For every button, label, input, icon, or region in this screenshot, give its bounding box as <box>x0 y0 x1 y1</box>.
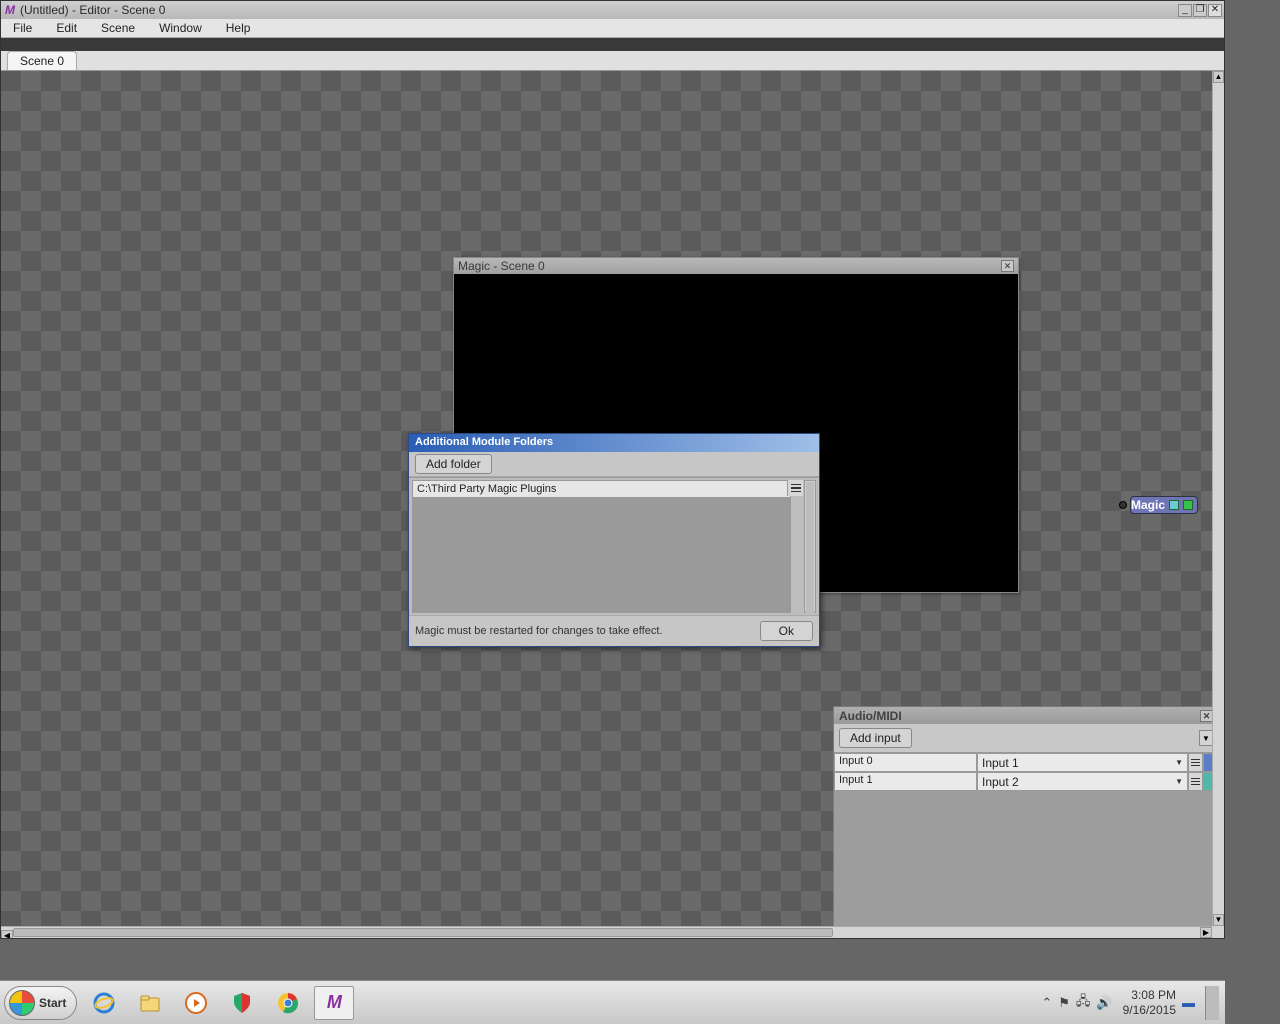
main-app-window: M (Untitled) - Editor - Scene 0 _ ❐ ✕ Fi… <box>0 0 1225 939</box>
menu-file[interactable]: File <box>1 19 44 37</box>
magic-node[interactable]: Magic <box>1130 496 1198 514</box>
canvas-vertical-scrollbar[interactable]: ▲ ▼ <box>1212 71 1224 926</box>
preview-close-button[interactable]: ✕ <box>1001 260 1014 272</box>
dialog-message: Magic must be restarted for changes to t… <box>415 625 662 637</box>
taskbar-ie-icon[interactable] <box>84 986 124 1020</box>
taskbar-shield-icon[interactable] <box>222 986 262 1020</box>
system-tray: ⌃ ⚑ 🖧 🔊 3:08 PM 9/16/2015 ▬ <box>1041 986 1225 1020</box>
canvas-area[interactable]: Magic - Scene 0 ✕ Magic Additional Modul… <box>1 71 1224 938</box>
folder-row[interactable]: C:\Third Party Magic Plugins <box>412 480 791 498</box>
folder-list: C:\Third Party Magic Plugins <box>409 477 819 615</box>
add-input-button[interactable]: Add input <box>839 728 912 748</box>
scroll-corner <box>1212 926 1224 938</box>
taskbar: Start M ⌃ ⚑ 🖧 🔊 3:08 PM 9/16/2015 ▬ <box>0 980 1225 1024</box>
tab-scene-0[interactable]: Scene 0 <box>7 51 77 70</box>
close-button[interactable]: ✕ <box>1208 4 1222 17</box>
app-logo-icon: M <box>3 3 17 17</box>
scroll-left-arrow-icon[interactable]: ◀ <box>1 930 13 938</box>
folder-path: C:\Third Party Magic Plugins <box>413 482 790 496</box>
scroll-up-arrow-icon[interactable]: ▲ <box>1213 71 1224 83</box>
taskbar-magic-icon[interactable]: M <box>314 986 354 1020</box>
dialog-scrollbar[interactable] <box>804 480 816 613</box>
preview-title-text: Magic - Scene 0 <box>458 259 545 273</box>
taskbar-chrome-icon[interactable] <box>268 986 308 1020</box>
tray-expand-icon[interactable]: ⌃ <box>1041 995 1052 1011</box>
minimize-button[interactable]: _ <box>1178 4 1192 17</box>
input-label[interactable]: Input 0 <box>834 753 977 772</box>
audio-midi-panel: Audio/MIDI ✕ Add input ▼ Input 0 Input 1… <box>833 706 1219 938</box>
start-button[interactable]: Start <box>4 986 77 1020</box>
desktop-background <box>1225 0 1280 1024</box>
add-folder-button[interactable]: Add folder <box>415 454 492 474</box>
node-label: Magic <box>1131 498 1165 512</box>
app-title: (Untitled) - Editor - Scene 0 <box>20 3 165 17</box>
canvas-horizontal-scrollbar[interactable]: ◀ ▶ <box>1 926 1212 938</box>
chevron-down-icon: ▼ <box>1175 758 1183 767</box>
menu-scene[interactable]: Scene <box>89 19 147 37</box>
input-label[interactable]: Input 1 <box>834 772 977 791</box>
window-controls: _ ❐ ✕ <box>1178 4 1222 17</box>
scroll-down-arrow-icon[interactable]: ▼ <box>1213 914 1224 926</box>
audio-input-row: Input 0 Input 1▼ <box>834 753 1218 772</box>
tray-monitor-icon[interactable]: ▬ <box>1182 995 1195 1010</box>
taskbar-explorer-icon[interactable] <box>130 986 170 1020</box>
input-options-icon[interactable] <box>1188 772 1203 791</box>
menubar: File Edit Scene Window Help <box>1 19 1224 38</box>
taskbar-clock[interactable]: 3:08 PM 9/16/2015 <box>1123 988 1176 1017</box>
input-select[interactable]: Input 1▼ <box>977 753 1188 772</box>
chevron-down-icon: ▼ <box>1175 777 1183 786</box>
audio-input-list: Input 0 Input 1▼ Input 1 Input 2▼ <box>834 753 1218 938</box>
scroll-right-arrow-icon[interactable]: ▶ <box>1200 927 1212 938</box>
clock-time: 3:08 PM <box>1123 988 1176 1002</box>
audio-options-dropdown[interactable]: ▼ <box>1199 730 1213 746</box>
maximize-button[interactable]: ❐ <box>1193 4 1207 17</box>
tray-network-icon[interactable]: 🖧 <box>1076 992 1091 1014</box>
scroll-thumb[interactable] <box>13 928 833 937</box>
additional-module-folders-dialog: Additional Module Folders Add folder C:\… <box>408 433 820 647</box>
audio-input-row: Input 1 Input 2▼ <box>834 772 1218 791</box>
menu-help[interactable]: Help <box>214 19 263 37</box>
node-collapse-icon[interactable] <box>1169 500 1179 510</box>
dialog-title[interactable]: Additional Module Folders <box>409 434 819 452</box>
dialog-footer: Magic must be restarted for changes to t… <box>409 615 819 646</box>
row-options-icon[interactable] <box>787 480 803 496</box>
tray-volume-icon[interactable]: 🔊 <box>1096 995 1112 1011</box>
tray-flag-icon[interactable]: ⚑ <box>1058 995 1070 1011</box>
node-add-icon[interactable] <box>1183 500 1193 510</box>
windows-logo-icon <box>9 990 35 1016</box>
audio-toolbar: Add input ▼ <box>834 724 1218 753</box>
toolbar-strip <box>1 38 1224 51</box>
menu-window[interactable]: Window <box>147 19 214 37</box>
scene-tab-bar: Scene 0 <box>1 51 1224 71</box>
audio-titlebar[interactable]: Audio/MIDI ✕ <box>834 707 1218 724</box>
folder-list-inner: C:\Third Party Magic Plugins <box>412 480 791 613</box>
input-select[interactable]: Input 2▼ <box>977 772 1188 791</box>
clock-date: 9/16/2015 <box>1123 1003 1176 1017</box>
input-options-icon[interactable] <box>1188 753 1203 772</box>
audio-title-text: Audio/MIDI <box>839 709 902 723</box>
show-desktop-button[interactable] <box>1205 986 1219 1020</box>
preview-titlebar[interactable]: Magic - Scene 0 ✕ <box>454 258 1018 274</box>
taskbar-media-player-icon[interactable] <box>176 986 216 1020</box>
menu-edit[interactable]: Edit <box>44 19 89 37</box>
app-titlebar[interactable]: M (Untitled) - Editor - Scene 0 _ ❐ ✕ <box>1 1 1224 19</box>
ok-button[interactable]: Ok <box>760 621 813 641</box>
node-input-port[interactable] <box>1119 501 1127 509</box>
dialog-toolbar: Add folder <box>409 452 819 477</box>
start-label: Start <box>39 996 66 1010</box>
